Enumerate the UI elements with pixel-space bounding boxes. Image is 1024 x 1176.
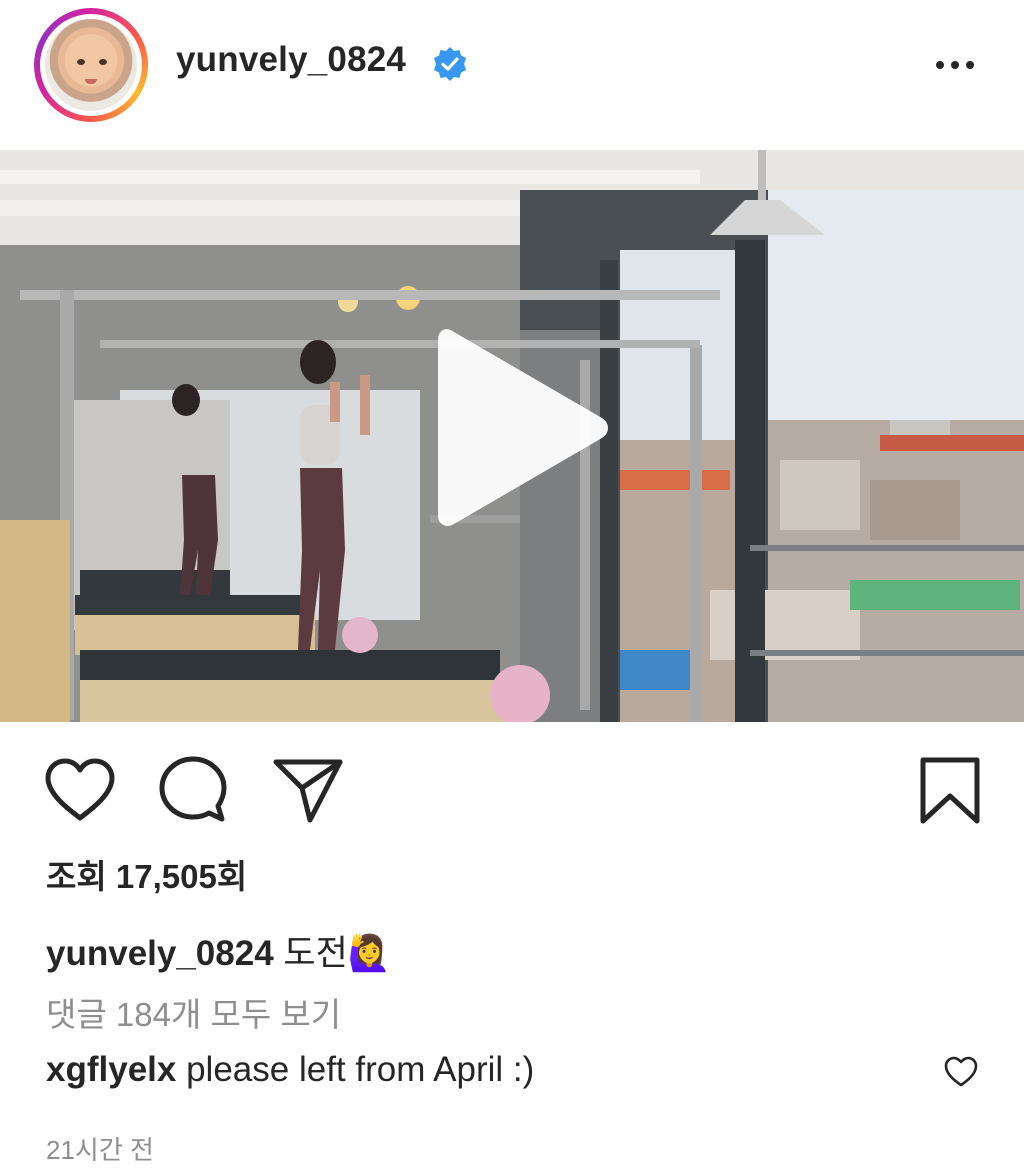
post-author-username[interactable]: yunvely_0824	[176, 40, 406, 80]
caption: yunvely_0824 도전🙋‍♀️	[46, 925, 391, 976]
send-icon[interactable]	[272, 758, 344, 824]
comment-icon[interactable]	[158, 756, 228, 824]
action-bar	[0, 740, 1024, 840]
avatar[interactable]	[45, 19, 137, 111]
comment-text: please left from April :)	[186, 1050, 535, 1089]
verified-badge-icon	[434, 47, 466, 81]
caption-username[interactable]: yunvely_0824	[46, 934, 274, 973]
video-thumbnail	[0, 150, 1024, 722]
bookmark-icon[interactable]	[918, 756, 982, 826]
comment-username[interactable]: xgflyelx	[46, 1050, 176, 1089]
video-player[interactable]	[0, 150, 1024, 722]
comment-heart-icon[interactable]	[944, 1056, 978, 1088]
more-options-icon[interactable]	[932, 50, 978, 80]
heart-icon[interactable]	[44, 758, 116, 822]
comment-item: xgflyelx please left from April :)	[46, 1050, 534, 1090]
post-header: yunvely_0824	[0, 0, 1024, 150]
post-timestamp: 21시간 전	[46, 1135, 154, 1165]
story-ring[interactable]	[34, 8, 148, 122]
view-all-comments-link[interactable]: 댓글 184개 모두 보기	[46, 988, 341, 1036]
view-count[interactable]: 조회 17,505회	[46, 850, 247, 898]
caption-text: 도전🙋‍♀️	[283, 934, 392, 973]
